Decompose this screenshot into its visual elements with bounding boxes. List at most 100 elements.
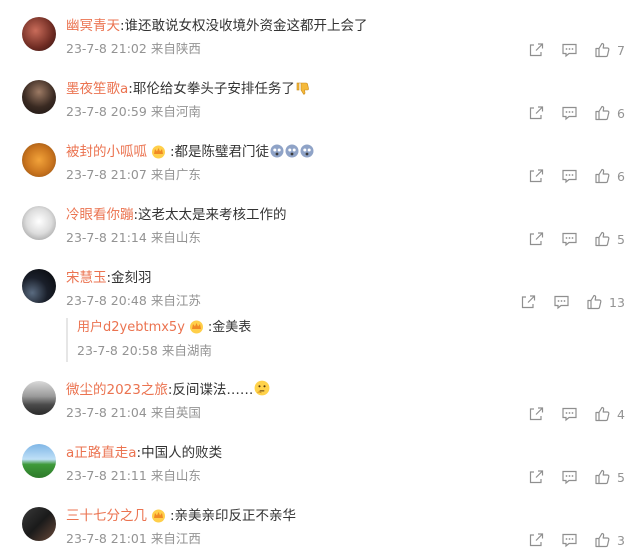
share-button[interactable] bbox=[528, 168, 545, 184]
comment-button[interactable] bbox=[561, 42, 578, 58]
avatar[interactable] bbox=[22, 269, 56, 303]
comment-text: :都是陈璧君门徒 bbox=[170, 144, 270, 160]
comment-button[interactable] bbox=[561, 231, 578, 247]
like-button[interactable]: 3 bbox=[594, 532, 625, 548]
comment-item: 被封的小呱呱 :都是陈璧君门徒 23-7-8 21:07 来自广东 6 bbox=[0, 136, 637, 196]
like-count: 5 bbox=[617, 231, 625, 247]
comment-button[interactable] bbox=[561, 105, 578, 121]
comment-text: :耶伦给女拳头子安排任务了 bbox=[128, 81, 295, 97]
thumbs-up-icon bbox=[595, 42, 610, 58]
comment-location: 来自河南 bbox=[150, 104, 201, 119]
username-link[interactable]: 冷眼看你蹦 bbox=[66, 207, 134, 223]
reply-time: 23-7-8 20:58 bbox=[77, 343, 158, 358]
comment-button[interactable] bbox=[561, 469, 578, 485]
comment-meta: 23-7-8 21:07 来自广东 bbox=[66, 166, 201, 184]
comment-icon bbox=[562, 106, 577, 121]
comment-text: :金刻羽 bbox=[106, 270, 152, 286]
comment-location: 来自江苏 bbox=[150, 293, 201, 308]
comment-button[interactable] bbox=[553, 294, 570, 310]
share-button[interactable] bbox=[528, 42, 545, 58]
comment-text: :这老太太是来考核工作的 bbox=[133, 207, 287, 223]
share-button[interactable] bbox=[528, 105, 545, 121]
comment-meta: 23-7-8 21:11 来自山东 bbox=[66, 467, 201, 485]
comment-time: 23-7-8 21:04 bbox=[66, 405, 147, 420]
comment-time: 23-7-8 20:48 bbox=[66, 293, 147, 308]
avatar[interactable] bbox=[22, 444, 56, 478]
comment-time: 23-7-8 21:01 bbox=[66, 531, 147, 546]
reply-username-link[interactable]: 用户d2yebtmx5y bbox=[77, 320, 185, 335]
share-button[interactable] bbox=[520, 294, 537, 310]
thumbs-up-icon bbox=[595, 406, 610, 422]
comment-location: 来自山东 bbox=[150, 230, 201, 245]
avatar[interactable] bbox=[22, 206, 56, 240]
like-button[interactable]: 13 bbox=[586, 294, 625, 310]
comment-item: 宋慧玉:金刻羽 23-7-8 20:48 来自江苏 13 bbox=[0, 262, 637, 322]
comment-item: a正路直走a:中国人的败类 23-7-8 21:11 来自山东 5 bbox=[0, 437, 637, 497]
username-link[interactable]: 三十七分之几 bbox=[66, 508, 147, 524]
avatar[interactable] bbox=[22, 381, 56, 415]
comment-text: :谁还敢说女权没收境外资金这都开上会了 bbox=[120, 18, 368, 34]
username-link[interactable]: 宋慧玉 bbox=[66, 270, 107, 286]
thinking-face-emoji-icon bbox=[254, 380, 270, 396]
comment-location: 来自陕西 bbox=[150, 41, 201, 56]
like-count: 3 bbox=[617, 532, 625, 548]
share-icon bbox=[529, 106, 544, 120]
share-button[interactable] bbox=[528, 231, 545, 247]
username-link[interactable]: 被封的小呱呱 bbox=[66, 144, 147, 160]
like-button[interactable]: 5 bbox=[594, 231, 625, 247]
comment-time: 23-7-8 20:59 bbox=[66, 104, 147, 119]
like-count: 6 bbox=[617, 168, 625, 184]
like-count: 4 bbox=[617, 406, 625, 422]
thumbs-up-icon bbox=[595, 105, 610, 121]
share-icon bbox=[529, 533, 544, 547]
like-button[interactable]: 6 bbox=[594, 168, 625, 184]
comment-button[interactable] bbox=[561, 532, 578, 548]
comment-item: 墨夜笙歌a:耶伦给女拳头子安排任务了 23-7-8 20:59 来自河南 6 bbox=[0, 73, 637, 133]
reply-location: 来自湖南 bbox=[161, 343, 212, 358]
comment-item: 三十七分之几:亲美亲印反正不亲华 23-7-8 21:01 来自江西 3 bbox=[0, 500, 637, 560]
username-link[interactable]: 墨夜笙歌a bbox=[66, 81, 128, 97]
comment-location: 来自山东 bbox=[150, 468, 201, 483]
comment-item: 幽冥青天:谁还敢说女权没收境外资金这都开上会了 23-7-8 21:02 来自陕西… bbox=[0, 10, 637, 70]
like-count: 7 bbox=[617, 42, 625, 58]
comment-time: 23-7-8 21:14 bbox=[66, 230, 147, 245]
comment-icon bbox=[562, 232, 577, 247]
comment-text: :中国人的败类 bbox=[136, 445, 223, 461]
like-count: 6 bbox=[617, 105, 625, 121]
comment-location: 来自广东 bbox=[150, 167, 201, 182]
avatar[interactable] bbox=[22, 507, 56, 541]
comment-meta: 23-7-8 20:59 来自河南 bbox=[66, 103, 201, 121]
comment-item: 冷眼看你蹦:这老太太是来考核工作的 23-7-8 21:14 来自山东 5 bbox=[0, 199, 637, 259]
comment-item: 微尘的2023之旅:反间谍法…… 23-7-8 21:04 来自英国 4 bbox=[0, 374, 637, 434]
share-icon bbox=[529, 169, 544, 183]
comment-meta: 23-7-8 21:01 来自江西 bbox=[66, 530, 201, 548]
share-button[interactable] bbox=[528, 469, 545, 485]
share-icon bbox=[521, 295, 536, 309]
comment-icon bbox=[562, 43, 577, 58]
thumbs-down-emoji-icon bbox=[296, 82, 309, 95]
share-button[interactable] bbox=[528, 532, 545, 548]
avatar[interactable] bbox=[22, 80, 56, 114]
comment-text: :反间谍法…… bbox=[167, 382, 254, 398]
thumbs-up-icon bbox=[595, 231, 610, 247]
comment-location: 来自江西 bbox=[150, 531, 201, 546]
comment-icon bbox=[562, 470, 577, 485]
username-link[interactable]: a正路直走a bbox=[66, 445, 137, 461]
share-icon bbox=[529, 407, 544, 421]
thumbs-up-icon bbox=[587, 294, 602, 310]
comment-button[interactable] bbox=[561, 406, 578, 422]
username-link[interactable]: 微尘的2023之旅 bbox=[66, 382, 168, 398]
scared-face-emoji-icon bbox=[300, 144, 314, 158]
share-icon bbox=[529, 232, 544, 246]
like-button[interactable]: 6 bbox=[594, 105, 625, 121]
comment-button[interactable] bbox=[561, 168, 578, 184]
share-button[interactable] bbox=[528, 406, 545, 422]
scared-face-emoji-icon bbox=[285, 144, 299, 158]
like-button[interactable]: 5 bbox=[594, 469, 625, 485]
username-link[interactable]: 幽冥青天 bbox=[66, 18, 120, 34]
comment-meta: 23-7-8 20:48 来自江苏 bbox=[66, 292, 201, 310]
avatar[interactable] bbox=[22, 143, 56, 177]
avatar[interactable] bbox=[22, 17, 56, 51]
like-button[interactable]: 7 bbox=[594, 42, 625, 58]
like-button[interactable]: 4 bbox=[594, 406, 625, 422]
